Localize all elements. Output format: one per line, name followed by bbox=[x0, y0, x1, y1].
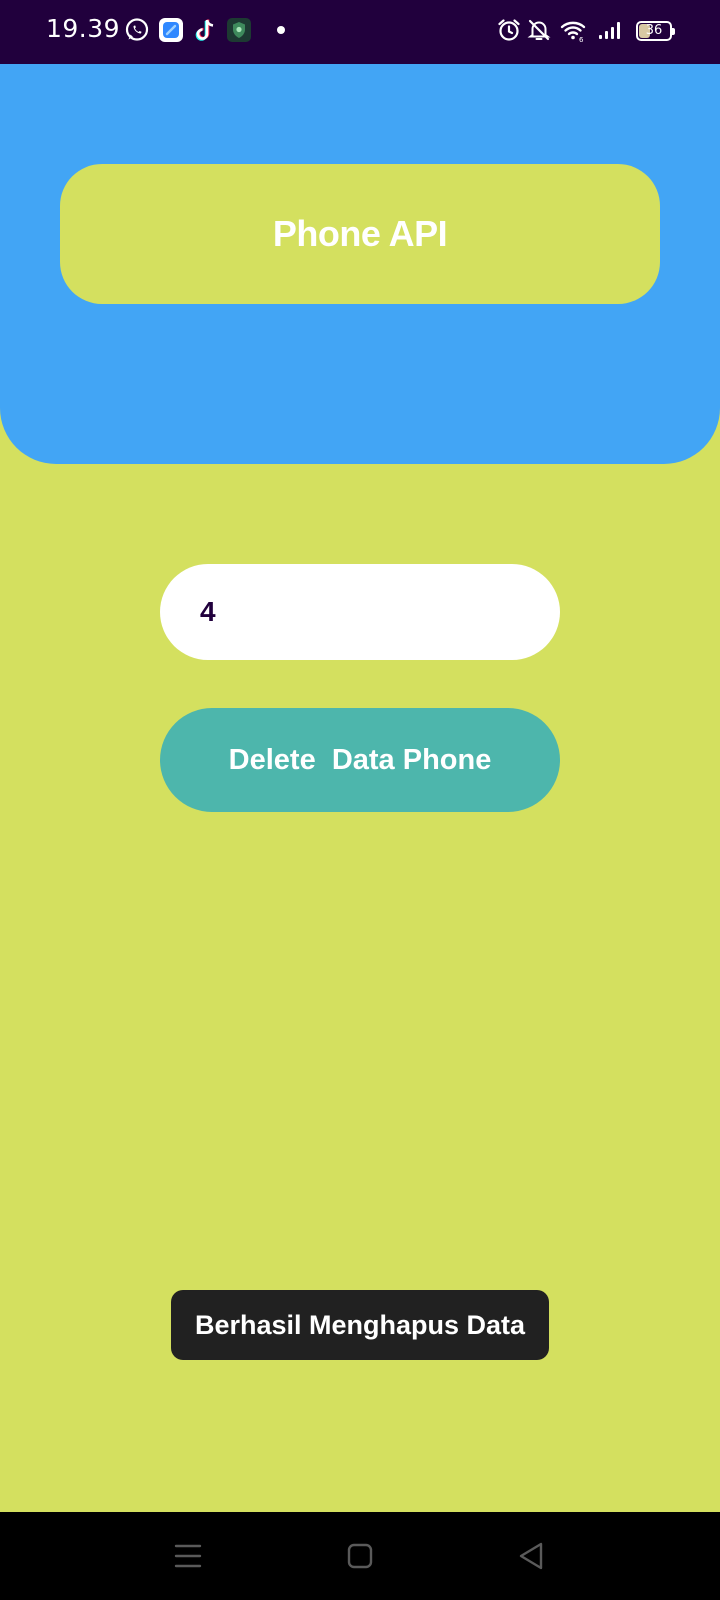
battery-icon: 36 bbox=[636, 21, 675, 41]
tiktok-icon bbox=[195, 19, 214, 41]
status-bar: 19.39 6 36 bbox=[0, 0, 720, 64]
title-card: Phone API bbox=[60, 164, 660, 304]
app-screen: 19.39 6 36 Phone API 4 Delete Data Phone… bbox=[0, 0, 720, 1600]
battery-level: 36 bbox=[645, 23, 663, 38]
toast: Berhasil Menghapus Data bbox=[171, 1290, 549, 1360]
home-icon[interactable] bbox=[340, 1536, 380, 1576]
svg-text:6: 6 bbox=[579, 36, 584, 43]
page-title: Phone API bbox=[272, 213, 448, 254]
menu-icon[interactable] bbox=[168, 1536, 208, 1576]
alarm-icon bbox=[498, 19, 520, 41]
status-time: 19.39 bbox=[46, 14, 121, 43]
delete-data-phone-button[interactable]: Delete Data Phone bbox=[160, 708, 560, 812]
wifi-icon: 6 bbox=[560, 21, 586, 43]
messenger-app-icon bbox=[159, 18, 183, 42]
phone-id-input[interactable] bbox=[160, 564, 560, 660]
toast-message: Berhasil Menghapus Data bbox=[194, 1309, 526, 1340]
signal-icon bbox=[599, 22, 620, 39]
notification-dot-icon bbox=[277, 26, 285, 34]
back-icon[interactable] bbox=[512, 1536, 552, 1576]
navigation-bar bbox=[0, 1512, 720, 1600]
shield-app-icon bbox=[227, 18, 251, 42]
header-panel: Phone API bbox=[0, 64, 720, 464]
whatsapp-icon bbox=[125, 18, 149, 41]
notifications-off-icon bbox=[527, 19, 551, 41]
